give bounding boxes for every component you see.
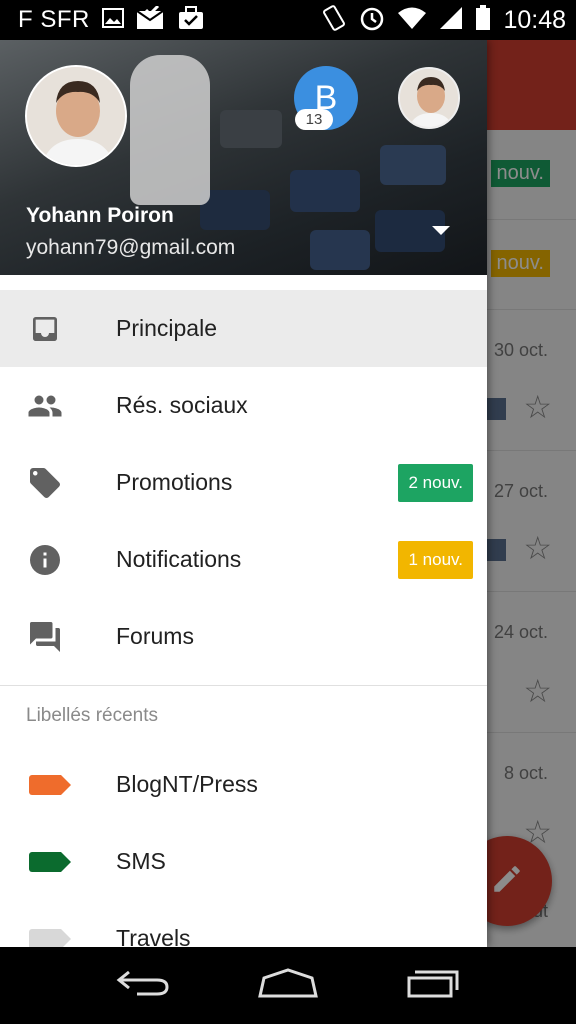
account-email: yohann79@gmail.com [26,236,236,259]
menu-item-label: Forums [116,623,194,649]
system-navigation-bar [0,947,576,1024]
label-tag-icon [26,920,71,947]
carrier-name: F SFR [18,6,90,33]
info-icon [26,541,64,579]
new-count-badge: 2 nouv. [398,463,473,502]
briefcase-check-icon [178,5,204,35]
recents-icon [405,968,461,1003]
mail-check-icon [136,4,166,35]
figurine-decoration [130,55,210,205]
home-icon [258,968,318,1003]
cover-decoration [220,110,282,148]
account-name: Yohann Poiron [26,204,174,227]
recents-button[interactable] [398,961,468,1011]
inbox-icon [26,310,64,348]
cover-decoration [380,145,446,185]
label-item-blognt[interactable]: BlogNT/Press [0,746,487,823]
image-icon [101,7,124,33]
label-item-sms[interactable]: SMS [0,823,487,900]
label-item-label: SMS [116,848,166,874]
navigation-drawer: B 13 Yohann Poiron yohann79@gmail.com Pr… [0,40,487,947]
label-tag-icon [26,766,71,804]
label-item-travels[interactable]: Travels [0,900,487,947]
rotate-icon [321,4,347,36]
menu-item-principale[interactable]: Principale [0,290,487,367]
battery-icon [475,4,491,36]
status-bar: F SFR 10:48 [0,0,576,40]
label-tag-icon [26,843,71,881]
back-button[interactable] [108,961,178,1011]
account-dropdown-icon[interactable] [432,226,450,235]
account-header: B 13 Yohann Poiron yohann79@gmail.com [0,40,487,275]
signal-icon [439,6,463,35]
label-item-label: Travels [116,925,191,947]
menu-item-label: Rés. sociaux [116,392,248,418]
menu-item-forums[interactable]: Forums [0,598,487,675]
cover-decoration [310,230,370,270]
alarm-icon [359,5,385,36]
recent-labels-heading: Libellés récents [26,705,159,726]
cover-decoration [290,170,360,212]
menu-item-label: Notifications [116,546,242,572]
tag-icon [26,464,64,502]
other-account-photo[interactable] [398,67,460,129]
menu-item-social[interactable]: Rés. sociaux [0,367,487,444]
cover-decoration [200,190,270,230]
menu-item-label: Principale [116,315,217,341]
unread-count-badge: 13 [295,109,333,130]
people-icon [26,387,64,425]
forum-icon [26,618,64,656]
home-button[interactable] [253,961,323,1011]
menu-item-promotions[interactable]: Promotions 2 nouv. [0,444,487,521]
menu-item-notifications[interactable]: Notifications 1 nouv. [0,521,487,598]
account-avatar[interactable] [25,65,127,167]
drawer-menu: Principale Rés. sociaux Promotions 2 nou… [0,290,487,947]
wifi-icon [397,6,427,35]
label-item-label: BlogNT/Press [116,771,258,797]
new-count-badge: 1 nouv. [398,540,473,579]
menu-item-label: Promotions [116,469,233,495]
clock: 10:48 [503,5,566,34]
back-icon [115,968,171,1003]
